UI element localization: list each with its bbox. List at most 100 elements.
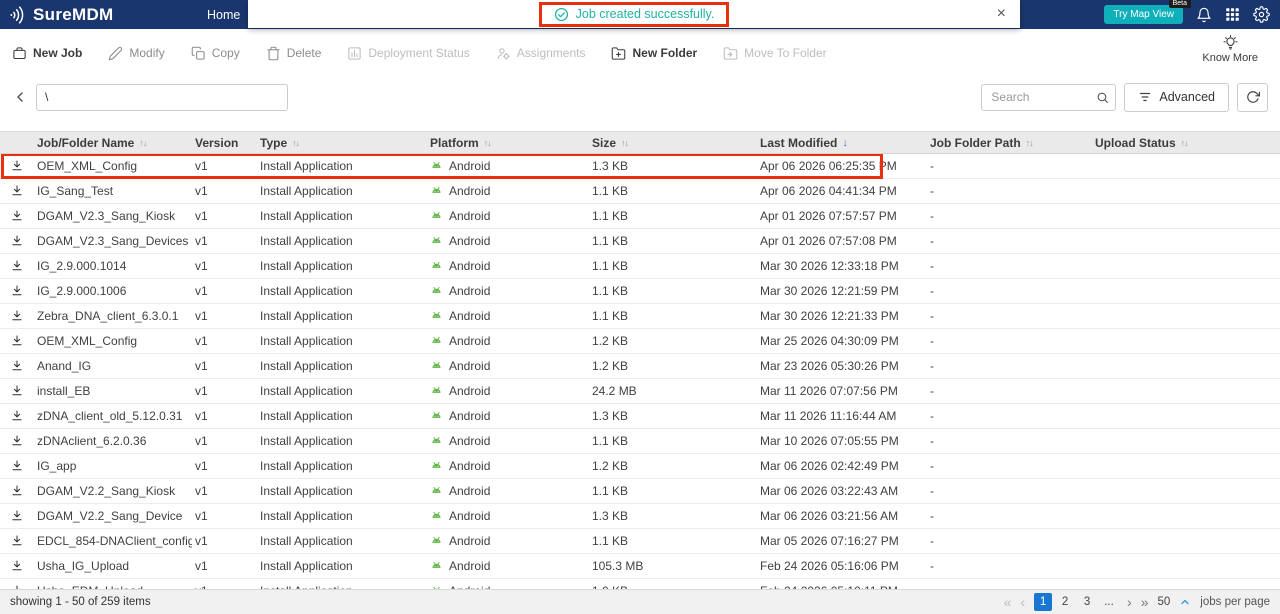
table-row[interactable]: Usha_IG_Uploadv1Install ApplicationAndro… [0, 554, 1280, 579]
next-page-button[interactable]: › [1127, 595, 1132, 609]
prev-page-button[interactable]: ‹ [1020, 595, 1025, 609]
table-row[interactable]: Anand_IGv1Install ApplicationAndroid1.2 … [0, 354, 1280, 379]
first-page-button[interactable]: « [1004, 595, 1012, 609]
pagination: « ‹ 123... › » 50 jobs per page [1004, 593, 1270, 611]
job-version: v1 [192, 459, 257, 473]
back-chevron-icon[interactable] [12, 89, 28, 105]
per-page-label: jobs per page [1200, 596, 1270, 608]
toolbar-new-folder-button[interactable]: New Folder [611, 46, 697, 61]
table-row[interactable]: IG_2.9.000.1014v1Install ApplicationAndr… [0, 254, 1280, 279]
page-button[interactable]: 1 [1034, 593, 1052, 611]
table-row[interactable]: OEM_XML_Configv1Install ApplicationAndro… [0, 329, 1280, 354]
column-header-size[interactable]: Size↑↓ [589, 136, 757, 150]
sort-icon[interactable]: ↑↓ [1026, 138, 1033, 148]
download-icon[interactable] [10, 509, 24, 523]
filter-icon [1138, 90, 1152, 104]
platform-label: Android [449, 509, 490, 523]
job-size: 1.1 KB [589, 234, 757, 248]
table-row[interactable]: DGAM_V2.3_Sang_Devicesv1Install Applicat… [0, 229, 1280, 254]
page-size-value[interactable]: 50 [1158, 596, 1171, 608]
table-row[interactable]: Zebra_DNA_client_6.3.0.1v1Install Applic… [0, 304, 1280, 329]
download-icon[interactable] [10, 234, 24, 248]
table-row[interactable]: EDCL_854-DNAClient_configv1Install Appli… [0, 529, 1280, 554]
sort-desc-icon[interactable]: ↓ [842, 137, 848, 149]
download-icon[interactable] [10, 284, 24, 298]
page-button[interactable]: ... [1100, 593, 1118, 611]
platform-label: Android [449, 534, 490, 548]
sort-icon[interactable]: ↑↓ [484, 138, 491, 148]
gear-icon[interactable] [1253, 6, 1270, 23]
table-row[interactable]: DGAM_V2.3_Sang_Kioskv1Install Applicatio… [0, 204, 1280, 229]
sort-icon[interactable]: ↑↓ [621, 138, 628, 148]
download-icon[interactable] [10, 209, 24, 223]
column-header-platform[interactable]: Platform ↑↓ [427, 136, 589, 150]
download-icon[interactable] [10, 559, 24, 573]
column-label: Job Folder Path [930, 136, 1021, 150]
folder-path-input[interactable] [36, 84, 288, 111]
download-icon[interactable] [10, 159, 24, 173]
table-row[interactable]: IG_appv1Install ApplicationAndroid1.2 KB… [0, 454, 1280, 479]
download-icon[interactable] [10, 259, 24, 273]
table-row[interactable]: DGAM_V2.2_Sang_Devicev1Install Applicati… [0, 504, 1280, 529]
job-folder-path: - [927, 484, 1092, 498]
job-size: 1.1 KB [589, 534, 757, 548]
download-icon[interactable] [10, 309, 24, 323]
table-row[interactable]: IG_Sang_Testv1Install ApplicationAndroid… [0, 179, 1280, 204]
download-icon[interactable] [10, 409, 24, 423]
job-type: Install Application [257, 209, 427, 223]
download-icon[interactable] [10, 384, 24, 398]
column-label: Upload Status [1095, 136, 1176, 150]
table-row[interactable]: zDNA_client_old_5.12.0.31v1Install Appli… [0, 404, 1280, 429]
job-name: Anand_IG [34, 359, 192, 373]
toolbar-new-job-button[interactable]: New Job [12, 46, 82, 61]
download-icon[interactable] [10, 184, 24, 198]
platform-label: Android [449, 234, 490, 248]
download-icon[interactable] [10, 434, 24, 448]
sort-icon[interactable]: ↑↓ [292, 138, 299, 148]
column-header-upload-status[interactable]: Upload Status ↑↓ [1092, 136, 1280, 150]
job-version: v1 [192, 409, 257, 423]
job-size: 1.3 KB [589, 409, 757, 423]
platform-label: Android [449, 434, 490, 448]
column-header-job-folder-name[interactable]: Job/Folder Name↑↓ [34, 136, 192, 150]
table-row[interactable]: IG_2.9.000.1006v1Install ApplicationAndr… [0, 279, 1280, 304]
download-icon[interactable] [10, 359, 24, 373]
job-version: v1 [192, 534, 257, 548]
download-icon[interactable] [10, 484, 24, 498]
column-header-last-modified[interactable]: Last Modified↓ [757, 136, 927, 150]
toolbar-modify-button[interactable]: Modify [108, 46, 164, 61]
sort-icon[interactable]: ↑↓ [1181, 138, 1188, 148]
column-header-job-folder-path[interactable]: Job Folder Path ↑↓ [927, 136, 1092, 150]
refresh-button[interactable] [1237, 83, 1268, 112]
table-row[interactable]: DGAM_V2.2_Sang_Kioskv1Install Applicatio… [0, 479, 1280, 504]
sort-icon[interactable]: ↑↓ [139, 138, 146, 148]
page-button[interactable]: 3 [1078, 593, 1096, 611]
job-folder-path: - [927, 184, 1092, 198]
toolbar-delete-button[interactable]: Delete [266, 46, 322, 61]
page-button[interactable]: 2 [1056, 593, 1074, 611]
download-icon[interactable] [10, 334, 24, 348]
toolbar-item-label: Modify [129, 46, 164, 60]
search-icon[interactable] [1096, 91, 1109, 104]
close-icon[interactable]: × [997, 6, 1006, 22]
table-row[interactable]: OEM_XML_Configv1Install ApplicationAndro… [0, 154, 1280, 179]
job-size: 1.3 KB [589, 159, 757, 173]
job-folder-path: - [927, 434, 1092, 448]
know-more-button[interactable]: Know More [1202, 34, 1258, 64]
chevron-up-icon[interactable] [1179, 596, 1191, 608]
table-row[interactable]: zDNAclient_6.2.0.36v1Install Application… [0, 429, 1280, 454]
advanced-search-button[interactable]: Advanced [1124, 83, 1229, 112]
apps-grid-icon[interactable] [1225, 7, 1240, 22]
tab-home[interactable]: Home [207, 8, 240, 22]
column-label: Platform [430, 136, 479, 150]
bell-icon[interactable] [1196, 7, 1212, 23]
toolbar-copy-button[interactable]: Copy [191, 46, 240, 61]
download-icon[interactable] [10, 459, 24, 473]
column-header-type[interactable]: Type↑↓ [257, 136, 427, 150]
download-icon[interactable] [10, 534, 24, 548]
annotation-highlight-toast: Job created successfully. [539, 2, 730, 27]
try-map-view-button[interactable]: Try Map View Beta [1104, 5, 1183, 24]
job-name: zDNA_client_old_5.12.0.31 [34, 409, 192, 423]
table-row[interactable]: install_EBv1Install ApplicationAndroid24… [0, 379, 1280, 404]
last-page-button[interactable]: » [1141, 595, 1149, 609]
